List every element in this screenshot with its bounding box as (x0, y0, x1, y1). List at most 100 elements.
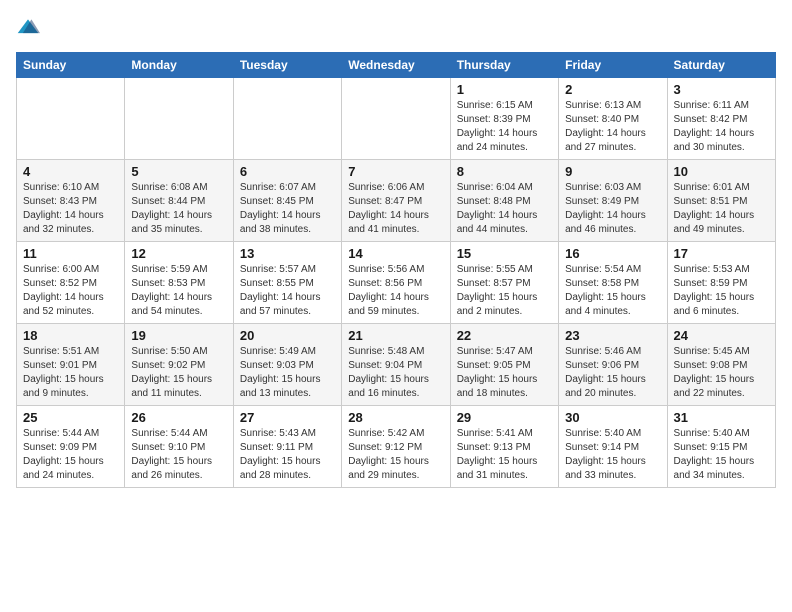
logo-icon (16, 16, 40, 40)
day-info: Sunrise: 6:11 AMSunset: 8:42 PMDaylight:… (674, 99, 769, 155)
day-info: Sunrise: 6:06 AMSunset: 8:47 PMDaylight:… (348, 181, 443, 237)
calendar-week-3: 11 Sunrise: 6:00 AMSunset: 8:52 PMDayligh… (17, 242, 776, 324)
calendar-cell: 13 Sunrise: 5:57 AMSunset: 8:55 PMDayligh… (233, 242, 341, 324)
day-info: Sunrise: 5:43 AMSunset: 9:11 PMDaylight:… (240, 427, 335, 483)
day-number: 20 (240, 328, 335, 343)
day-info: Sunrise: 5:42 AMSunset: 9:12 PMDaylight:… (348, 427, 443, 483)
calendar-cell (233, 78, 341, 160)
day-number: 25 (23, 410, 118, 425)
day-info: Sunrise: 6:15 AMSunset: 8:39 PMDaylight:… (457, 99, 552, 155)
day-number: 3 (674, 82, 769, 97)
calendar-cell: 21 Sunrise: 5:48 AMSunset: 9:04 PMDayligh… (342, 324, 450, 406)
day-number: 23 (565, 328, 660, 343)
calendar-week-5: 25 Sunrise: 5:44 AMSunset: 9:09 PMDayligh… (17, 406, 776, 488)
header-tuesday: Tuesday (233, 53, 341, 78)
calendar-cell: 9 Sunrise: 6:03 AMSunset: 8:49 PMDaylight… (559, 160, 667, 242)
day-info: Sunrise: 5:41 AMSunset: 9:13 PMDaylight:… (457, 427, 552, 483)
day-info: Sunrise: 5:49 AMSunset: 9:03 PMDaylight:… (240, 345, 335, 401)
calendar-cell: 24Sunrise: 5:45 AMSunset: 9:08 PMDayligh… (667, 324, 775, 406)
day-info: Sunrise: 5:53 AMSunset: 8:59 PMDaylight:… (674, 263, 769, 319)
calendar-cell: 20 Sunrise: 5:49 AMSunset: 9:03 PMDayligh… (233, 324, 341, 406)
day-info: Sunrise: 6:04 AMSunset: 8:48 PMDaylight:… (457, 181, 552, 237)
day-number: 14 (348, 246, 443, 261)
day-info: Sunrise: 5:57 AMSunset: 8:55 PMDaylight:… (240, 263, 335, 319)
calendar-cell: 7 Sunrise: 6:06 AMSunset: 8:47 PMDaylight… (342, 160, 450, 242)
calendar-cell: 27 Sunrise: 5:43 AMSunset: 9:11 PMDayligh… (233, 406, 341, 488)
calendar-cell: 22 Sunrise: 5:47 AMSunset: 9:05 PMDayligh… (450, 324, 558, 406)
logo (16, 16, 44, 40)
day-number: 7 (348, 164, 443, 179)
day-info: Sunrise: 5:45 AMSunset: 9:08 PMDaylight:… (674, 345, 769, 401)
calendar-cell: 28 Sunrise: 5:42 AMSunset: 9:12 PMDayligh… (342, 406, 450, 488)
calendar-cell: 30 Sunrise: 5:40 AMSunset: 9:14 PMDayligh… (559, 406, 667, 488)
day-number: 12 (131, 246, 226, 261)
header-monday: Monday (125, 53, 233, 78)
day-number: 26 (131, 410, 226, 425)
day-info: Sunrise: 6:08 AMSunset: 8:44 PMDaylight:… (131, 181, 226, 237)
calendar-cell (125, 78, 233, 160)
calendar-cell: 31 Sunrise: 5:40 AMSunset: 9:15 PMDayligh… (667, 406, 775, 488)
calendar-body: 1 Sunrise: 6:15 AMSunset: 8:39 PMDaylight… (17, 78, 776, 488)
header-thursday: Thursday (450, 53, 558, 78)
day-number: 11 (23, 246, 118, 261)
day-number: 5 (131, 164, 226, 179)
day-number: 9 (565, 164, 660, 179)
day-number: 8 (457, 164, 552, 179)
day-number: 4 (23, 164, 118, 179)
day-number: 10 (674, 164, 769, 179)
day-info: Sunrise: 6:03 AMSunset: 8:49 PMDaylight:… (565, 181, 660, 237)
header-saturday: Saturday (667, 53, 775, 78)
calendar-cell: 12Sunrise: 5:59 AMSunset: 8:53 PMDayligh… (125, 242, 233, 324)
calendar-cell (17, 78, 125, 160)
day-info: Sunrise: 5:46 AMSunset: 9:06 PMDaylight:… (565, 345, 660, 401)
day-number: 13 (240, 246, 335, 261)
calendar-cell: 25 Sunrise: 5:44 AMSunset: 9:09 PMDayligh… (17, 406, 125, 488)
calendar-cell: 23 Sunrise: 5:46 AMSunset: 9:06 PMDayligh… (559, 324, 667, 406)
calendar-cell: 4 Sunrise: 6:10 AMSunset: 8:43 PMDaylight… (17, 160, 125, 242)
day-number: 6 (240, 164, 335, 179)
day-info: Sunrise: 5:50 AMSunset: 9:02 PMDaylight:… (131, 345, 226, 401)
calendar-cell: 3 Sunrise: 6:11 AMSunset: 8:42 PMDaylight… (667, 78, 775, 160)
day-number: 15 (457, 246, 552, 261)
day-info: Sunrise: 5:54 AMSunset: 8:58 PMDaylight:… (565, 263, 660, 319)
day-info: Sunrise: 5:55 AMSunset: 8:57 PMDaylight:… (457, 263, 552, 319)
calendar-cell: 19 Sunrise: 5:50 AMSunset: 9:02 PMDayligh… (125, 324, 233, 406)
header-sunday: Sunday (17, 53, 125, 78)
day-number: 27 (240, 410, 335, 425)
day-number: 2 (565, 82, 660, 97)
header-wednesday: Wednesday (342, 53, 450, 78)
day-number: 19 (131, 328, 226, 343)
day-info: Sunrise: 6:10 AMSunset: 8:43 PMDaylight:… (23, 181, 118, 237)
calendar-cell: 6Sunrise: 6:07 AMSunset: 8:45 PMDaylight… (233, 160, 341, 242)
day-info: Sunrise: 5:40 AMSunset: 9:14 PMDaylight:… (565, 427, 660, 483)
calendar-week-1: 1 Sunrise: 6:15 AMSunset: 8:39 PMDaylight… (17, 78, 776, 160)
header-friday: Friday (559, 53, 667, 78)
day-info: Sunrise: 6:01 AMSunset: 8:51 PMDaylight:… (674, 181, 769, 237)
calendar-cell: 2Sunrise: 6:13 AMSunset: 8:40 PMDaylight… (559, 78, 667, 160)
day-number: 28 (348, 410, 443, 425)
calendar-table: SundayMondayTuesdayWednesdayThursdayFrid… (16, 52, 776, 488)
calendar-cell: 5 Sunrise: 6:08 AMSunset: 8:44 PMDaylight… (125, 160, 233, 242)
calendar-cell: 15 Sunrise: 5:55 AMSunset: 8:57 PMDayligh… (450, 242, 558, 324)
day-number: 16 (565, 246, 660, 261)
day-info: Sunrise: 6:00 AMSunset: 8:52 PMDaylight:… (23, 263, 118, 319)
day-number: 31 (674, 410, 769, 425)
calendar-cell: 29Sunrise: 5:41 AMSunset: 9:13 PMDayligh… (450, 406, 558, 488)
calendar-header-row: SundayMondayTuesdayWednesdayThursdayFrid… (17, 53, 776, 78)
calendar-cell: 26Sunrise: 5:44 AMSunset: 9:10 PMDayligh… (125, 406, 233, 488)
calendar-cell (342, 78, 450, 160)
day-number: 30 (565, 410, 660, 425)
calendar-cell: 1 Sunrise: 6:15 AMSunset: 8:39 PMDaylight… (450, 78, 558, 160)
calendar-cell: 10 Sunrise: 6:01 AMSunset: 8:51 PMDayligh… (667, 160, 775, 242)
calendar-week-4: 18Sunrise: 5:51 AMSunset: 9:01 PMDayligh… (17, 324, 776, 406)
day-number: 1 (457, 82, 552, 97)
day-number: 21 (348, 328, 443, 343)
day-info: Sunrise: 5:47 AMSunset: 9:05 PMDaylight:… (457, 345, 552, 401)
day-info: Sunrise: 5:48 AMSunset: 9:04 PMDaylight:… (348, 345, 443, 401)
day-info: Sunrise: 5:44 AMSunset: 9:09 PMDaylight:… (23, 427, 118, 483)
calendar-cell: 17Sunrise: 5:53 AMSunset: 8:59 PMDayligh… (667, 242, 775, 324)
calendar-week-2: 4 Sunrise: 6:10 AMSunset: 8:43 PMDaylight… (17, 160, 776, 242)
day-number: 18 (23, 328, 118, 343)
day-info: Sunrise: 5:40 AMSunset: 9:15 PMDaylight:… (674, 427, 769, 483)
day-number: 22 (457, 328, 552, 343)
